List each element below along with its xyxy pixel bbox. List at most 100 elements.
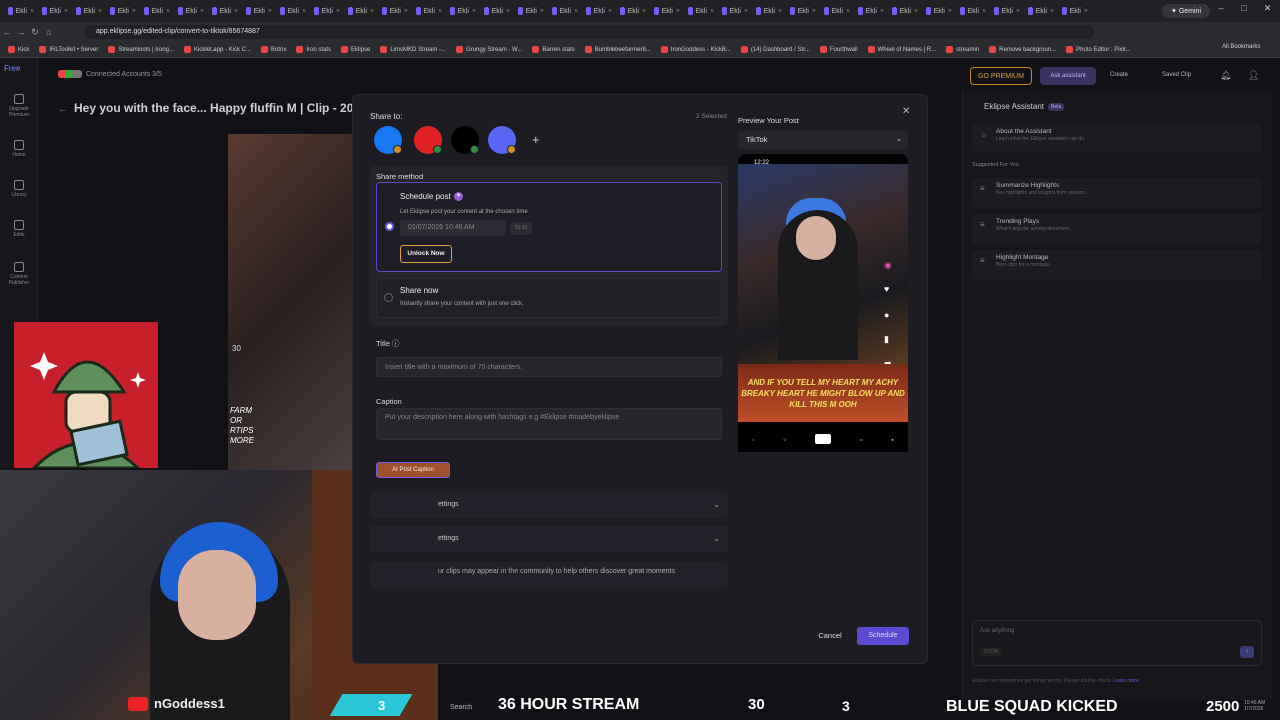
close-tab-icon[interactable]: × [200, 8, 204, 15]
browser-tab[interactable]: Ekli × [650, 2, 684, 20]
close-tab-icon[interactable]: × [914, 8, 918, 15]
close-tab-icon[interactable]: × [540, 8, 544, 15]
learn-more-link[interactable]: Learn more [1113, 678, 1139, 684]
time-field[interactable]: 01:30 [510, 222, 532, 235]
browser-tab[interactable]: Ekli × [616, 2, 650, 20]
go-premium-button[interactable]: GO PREMIUM [970, 67, 1032, 85]
close-tab-icon[interactable]: × [608, 8, 612, 15]
close-tab-icon[interactable]: × [846, 8, 850, 15]
bookmark-item[interactable]: Grungy Stream - W... [456, 46, 522, 53]
unlock-now-button[interactable]: Unlock Now [400, 245, 452, 263]
close-tab-icon[interactable]: × [98, 8, 102, 15]
bookmark-item[interactable]: IRLToolkit • Server [39, 46, 98, 53]
settings-accordion[interactable]: ettings ⌄ [370, 492, 728, 518]
browser-tab[interactable]: Ekli × [684, 2, 718, 20]
bookmark-item[interactable]: Kick [8, 46, 29, 53]
browser-tab[interactable]: Ekli × [718, 2, 752, 20]
bell-icon[interactable]: 🔔︎ [1220, 70, 1231, 81]
bookmark-item[interactable]: Botrix [260, 46, 286, 53]
assistant-input-box[interactable] [972, 620, 1262, 666]
reload-icon[interactable]: ↻ [28, 27, 42, 38]
community-toggle[interactable]: ur clips may appear in the community to … [370, 562, 728, 588]
browser-tab[interactable]: Ekli × [956, 2, 990, 20]
gemini-button[interactable]: ✦ Gemini [1162, 4, 1210, 18]
close-icon[interactable]: ✕ [902, 106, 910, 117]
browser-tab[interactable]: Ekli × [72, 2, 106, 20]
settings-accordion[interactable]: ettings ⌄ [370, 526, 728, 552]
browser-tab[interactable]: Ekli × [446, 2, 480, 20]
close-tab-icon[interactable]: × [234, 8, 238, 15]
browser-tab[interactable]: Ekli × [548, 2, 582, 20]
bookmark-item[interactable]: IronGoddess - KickB... [660, 46, 731, 53]
maximize-icon[interactable]: □ [1241, 3, 1246, 19]
bookmark-item[interactable]: LimsMKD Stream -... [380, 46, 446, 53]
close-tab-icon[interactable]: × [472, 8, 476, 15]
bookmark-item[interactable]: Eklipse [341, 46, 370, 53]
close-tab-icon[interactable]: × [676, 8, 680, 15]
suggestion-card[interactable]: ≡ Highlight Montage Best clips for a mon… [972, 250, 1262, 280]
close-tab-icon[interactable]: × [132, 8, 136, 15]
close-tab-icon[interactable]: × [1084, 8, 1088, 15]
bookmark-item[interactable]: streamin [946, 46, 979, 53]
bookmark-item[interactable]: Fourthwall [819, 46, 858, 53]
close-tab-icon[interactable]: × [1016, 8, 1020, 15]
all-bookmarks[interactable]: All Bookmarks [1222, 44, 1260, 50]
browser-tab[interactable]: Ekli × [922, 2, 956, 20]
browser-tab[interactable]: Ekli × [310, 2, 344, 20]
info-icon[interactable]: ⓘ [392, 339, 400, 348]
browser-tab[interactable]: Ekli × [4, 2, 38, 20]
about-assistant-card[interactable]: ☼ About the Assistant Learn what the Ekl… [972, 124, 1262, 152]
user-icon[interactable]: 👤︎ [1248, 70, 1259, 81]
sidebar-item-edits[interactable]: Edits [0, 220, 38, 238]
browser-tab[interactable]: Ekli × [582, 2, 616, 20]
browser-tab[interactable]: Ekli × [140, 2, 174, 20]
browser-tab[interactable]: Ekli × [174, 2, 208, 20]
forward-nav-icon[interactable]: → [14, 27, 28, 37]
sidebar-item-upgrade[interactable]: Upgrade Premium [0, 94, 38, 118]
title-input[interactable]: Insert title with a maximum of 70 charac… [376, 357, 722, 377]
browser-tab[interactable]: Ekli × [888, 2, 922, 20]
close-tab-icon[interactable]: × [948, 8, 952, 15]
bookmark-item[interactable]: Streamloots | Irong... [108, 46, 174, 53]
bookmark-item[interactable]: Photo Editor : Pixlr... [1066, 46, 1131, 53]
close-tab-icon[interactable]: × [778, 8, 782, 15]
browser-tab[interactable]: Ekli × [990, 2, 1024, 20]
caption-input[interactable]: Put your description here along with has… [376, 408, 722, 440]
browser-tab[interactable]: Ekli × [412, 2, 446, 20]
minimize-icon[interactable]: – [1219, 3, 1224, 19]
close-tab-icon[interactable]: × [268, 8, 272, 15]
browser-tab[interactable]: Ekli × [854, 2, 888, 20]
close-tab-icon[interactable]: × [744, 8, 748, 15]
browser-tab[interactable]: Ekli × [38, 2, 72, 20]
date-field[interactable]: 01/07/2026 10:46 AM [400, 220, 506, 236]
browser-tab[interactable]: Ekli × [106, 2, 140, 20]
browser-tab[interactable]: Ekli × [1024, 2, 1058, 20]
browser-tab[interactable]: Ekli × [752, 2, 786, 20]
close-tab-icon[interactable]: × [438, 8, 442, 15]
close-tab-icon[interactable]: × [812, 8, 816, 15]
close-tab-icon[interactable]: × [880, 8, 884, 15]
browser-tab[interactable]: Ekli × [1058, 2, 1092, 20]
sidebar-item-home[interactable]: Home [0, 140, 38, 158]
send-icon[interactable]: ↑ [1240, 646, 1254, 658]
bookmark-item[interactable]: (14) Dashboard / Str... [740, 46, 810, 53]
bookmark-item[interactable]: Kicklet.app - Kick C... [183, 46, 251, 53]
schedule-button[interactable]: Schedule [857, 627, 909, 645]
bookmark-item[interactable]: Remove backgroun... [989, 46, 1056, 53]
sidebar-item-library[interactable]: Library [0, 180, 38, 198]
cancel-button[interactable]: Cancel [812, 627, 848, 645]
add-platform-icon[interactable]: + [532, 132, 540, 147]
close-tab-icon[interactable]: × [166, 8, 170, 15]
browser-tab[interactable]: Ekli × [378, 2, 412, 20]
close-tab-icon[interactable]: × [642, 8, 646, 15]
ask-assistant-button[interactable]: Ask assistant [1040, 67, 1096, 85]
browser-tab[interactable]: Ekli × [344, 2, 378, 20]
browser-tab[interactable]: Ekli × [208, 2, 242, 20]
suggestion-card[interactable]: ≡ Trending Plays What's popular among st… [972, 214, 1262, 244]
bookmark-item[interactable]: Barren stats [532, 46, 575, 53]
back-nav-icon[interactable]: ← [0, 27, 14, 37]
browser-tab[interactable]: Ekli × [514, 2, 548, 20]
browser-tab[interactable]: Ekli × [276, 2, 310, 20]
ai-caption-button[interactable]: AI Post Caption [376, 462, 450, 478]
taskbar-search[interactable]: Search [450, 704, 472, 711]
